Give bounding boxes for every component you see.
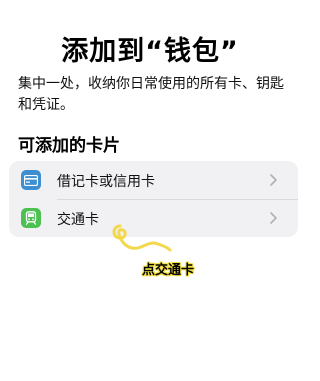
page-subtitle: 集中一处，收纳你日常使用的所有卡、钥匙和凭证。: [18, 76, 284, 113]
chevron-right-icon: [270, 212, 277, 224]
tap-indicator-squiggle-icon: [112, 224, 172, 252]
train-icon: [21, 208, 41, 228]
section-title: 可添加的卡片: [18, 136, 120, 156]
tap-hint-annotation: 点交通卡: [142, 263, 195, 278]
chevron-right-icon: [270, 174, 277, 186]
list-item-label: 借记卡或信用卡: [57, 174, 155, 190]
page-title: 添加到“钱包”: [61, 36, 239, 67]
list-item-debit-credit-card[interactable]: 借记卡或信用卡: [9, 161, 298, 200]
credit-card-icon: [21, 170, 41, 190]
list-item-label: 交通卡: [57, 212, 99, 228]
